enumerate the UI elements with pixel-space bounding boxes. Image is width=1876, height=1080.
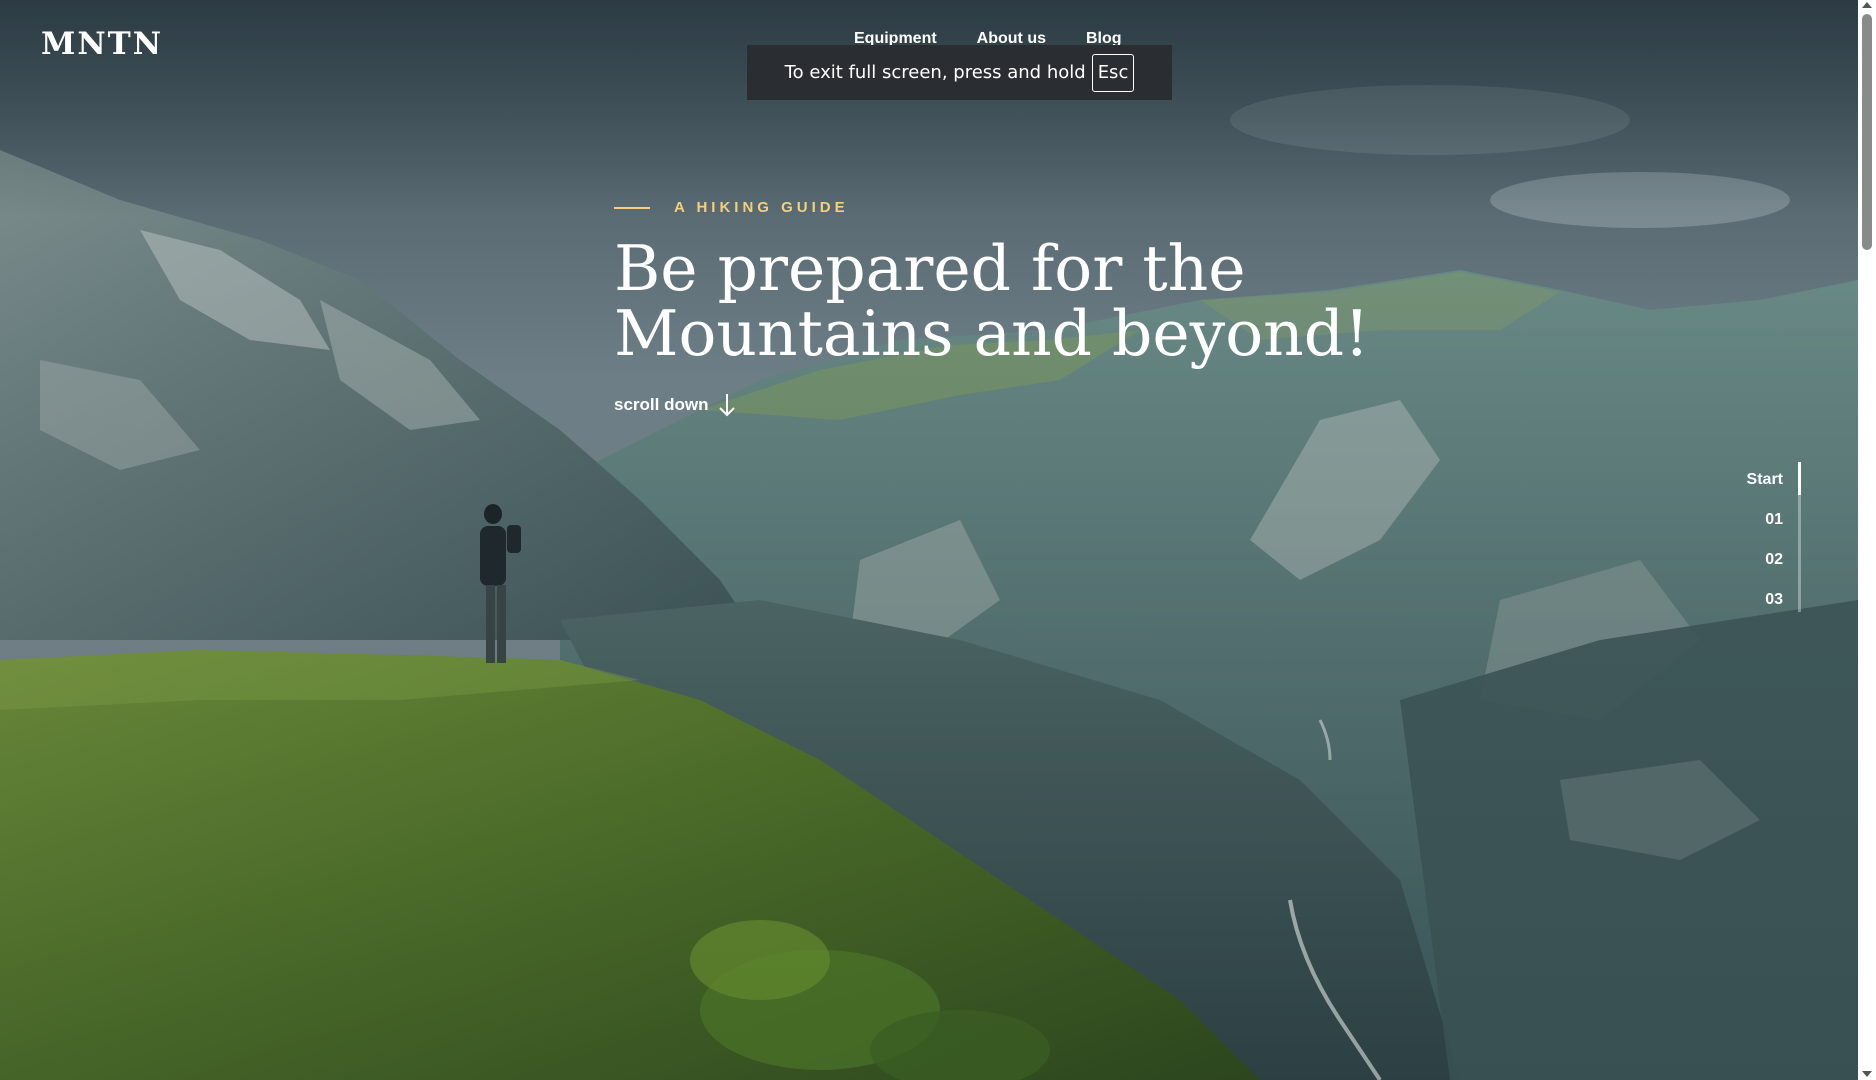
headline-line-1: Be prepared for the xyxy=(614,232,1246,305)
hero-background-image xyxy=(0,0,1858,1080)
progress-track xyxy=(1798,462,1801,612)
hero-headline: Be prepared for the Mountains and beyond… xyxy=(614,236,1374,366)
progress-fill xyxy=(1798,462,1801,495)
section-link-02[interactable]: 02 xyxy=(1747,550,1783,590)
eyebrow-line-divider xyxy=(614,206,650,209)
section-link-start[interactable]: Start xyxy=(1747,470,1783,510)
hero-eyebrow: A HIKING GUIDE xyxy=(614,199,849,216)
arrow-down-icon xyxy=(718,393,736,417)
section-progress-nav: Start 01 02 03 xyxy=(1701,462,1801,612)
fullscreen-toast-message: To exit full screen, press and hold xyxy=(784,62,1086,83)
scrollbar-thumb[interactable] xyxy=(1862,14,1872,250)
headline-line-2: Mountains and beyond! xyxy=(614,297,1370,370)
site-logo[interactable]: MNTN xyxy=(41,26,163,62)
page-scrollbar[interactable] xyxy=(1858,0,1876,1080)
section-list: Start 01 02 03 xyxy=(1747,470,1783,630)
mountain-landscape-illustration xyxy=(0,0,1858,1080)
page: MNTN Equipment About us Blog To exit ful… xyxy=(0,0,1876,1080)
section-link-01[interactable]: 01 xyxy=(1747,510,1783,550)
fullscreen-exit-toast: To exit full screen, press and hold Esc xyxy=(747,45,1172,100)
scroll-down-link[interactable]: scroll down xyxy=(614,393,736,417)
esc-key-badge: Esc xyxy=(1091,53,1135,92)
scroll-up-arrow-icon[interactable] xyxy=(1862,2,1872,8)
scroll-down-label: scroll down xyxy=(614,395,709,414)
scroll-down-arrow-icon[interactable] xyxy=(1862,1071,1872,1077)
eyebrow-text: A HIKING GUIDE xyxy=(674,199,849,216)
section-link-03[interactable]: 03 xyxy=(1747,590,1783,630)
